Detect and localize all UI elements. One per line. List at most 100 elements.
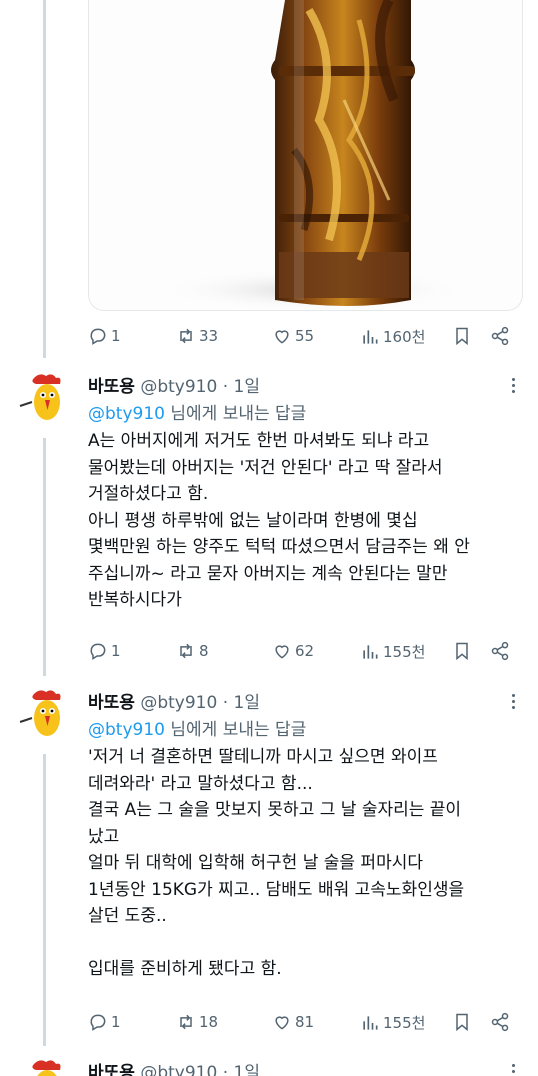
share-button[interactable] <box>490 1012 510 1032</box>
user-handle[interactable]: @bty910 <box>140 693 217 713</box>
share-icon <box>491 641 509 661</box>
views-icon <box>363 329 378 344</box>
retweet-count: 18 <box>199 1013 219 1031</box>
reply-suffix: 님에게 보내는 답글 <box>164 720 307 740</box>
more-icon[interactable] <box>512 694 516 712</box>
share-button[interactable] <box>490 641 510 661</box>
views-button[interactable]: 155천 <box>360 1012 425 1033</box>
like-count: 81 <box>295 1013 315 1031</box>
tweet-header: 바또용 @bty910 · 1일 <box>88 688 260 713</box>
reply-count: 1 <box>111 1013 121 1031</box>
reply-to-label: @bty910 님에게 보내는 답글 <box>88 715 306 740</box>
tweet[interactable]: 바또용 @bty910 · 1일 @bty910 님에게 보내는 답글 A는 아… <box>0 372 538 682</box>
like-icon <box>275 330 289 344</box>
avatar[interactable] <box>16 688 70 746</box>
like-button[interactable]: 81 <box>272 1012 314 1032</box>
bookmark-button[interactable] <box>452 326 472 346</box>
reply-icon <box>90 328 106 345</box>
tweet-line: 살던 도중.. <box>88 906 167 926</box>
reply-icon <box>90 1014 106 1031</box>
separator-dot: · <box>222 1063 229 1076</box>
retweet-button[interactable]: 33 <box>176 326 218 346</box>
display-name[interactable]: 바또용 <box>88 693 135 713</box>
rooster-mascot-avatar <box>32 1060 61 1076</box>
tweet-line: 데려와라' 라고 말하셨다고 함... <box>88 773 313 794</box>
tweet-header: 바또용 @bty910 · 1일 <box>88 1058 260 1076</box>
tweet-line: 물어봤는데 아버지는 '저건 안된다' 라고 딱 잘라서 <box>88 457 443 478</box>
retweet-icon <box>180 1014 192 1030</box>
tweet-line: '저거 너 결혼하면 딸테니까 마시고 싶으면 와이프 <box>88 747 438 767</box>
share-icon <box>491 326 509 346</box>
views-count: 160천 <box>383 328 426 346</box>
reply-to-label: @bty910 님에게 보내는 답글 <box>88 399 306 424</box>
tweet-media-image[interactable] <box>88 0 523 311</box>
tweet-actions: 1 33 55 160천 <box>88 322 520 352</box>
views-count: 155천 <box>383 643 426 661</box>
tweet-line: 반복하시다가 <box>88 590 182 610</box>
tweet-line: 1년동안 15KG가 찌고.. 담배도 배워 고속노화인생을 <box>88 879 465 900</box>
more-icon[interactable] <box>512 1064 516 1076</box>
user-handle[interactable]: @bty910 <box>140 377 217 397</box>
like-button[interactable]: 62 <box>272 641 314 661</box>
tweet[interactable]: 바또용 @bty910 · 1일 <box>0 1058 538 1076</box>
tweet-line: 아니 평생 하루밖에 없는 날이라며 한병에 몇십 <box>88 510 418 531</box>
reply-button[interactable]: 1 <box>88 641 121 661</box>
display-name[interactable]: 바또용 <box>88 377 135 397</box>
more-icon[interactable] <box>512 378 516 396</box>
reply-count: 1 <box>111 327 121 345</box>
thread-line <box>43 0 46 358</box>
tweet-line: A는 아버지에게 저거도 한번 마셔봐도 되냐 라고 <box>88 431 430 451</box>
share-icon <box>491 1012 509 1032</box>
liquor-bottle-image <box>154 0 474 310</box>
tweet-header: 바또용 @bty910 · 1일 <box>88 372 260 397</box>
retweet-count: 33 <box>199 327 219 345</box>
bookmark-icon <box>456 642 468 661</box>
bookmark-button[interactable] <box>452 1012 472 1032</box>
reply-mention-link[interactable]: @bty910 <box>88 404 165 424</box>
tweet-line: 결국 A는 그 술을 맛보지 못하고 그 날 술자리는 끝이 <box>88 800 462 820</box>
views-button[interactable]: 160천 <box>360 326 425 347</box>
reply-button[interactable]: 1 <box>88 326 121 346</box>
tweet-actions: 1 8 62 155천 <box>88 637 520 667</box>
timestamp[interactable]: 1일 <box>234 1063 260 1076</box>
tweet-line: 몇백만원 하는 양주도 턱턱 따셨으면서 담금주는 왜 안 <box>88 537 470 557</box>
like-icon <box>275 645 289 659</box>
timestamp[interactable]: 1일 <box>234 377 260 397</box>
tweet-line: 입대를 준비하게 됐다고 함. <box>88 959 282 979</box>
like-icon <box>275 1016 289 1030</box>
tweet-actions: 1 18 81 155천 <box>88 1008 520 1038</box>
bookmark-icon <box>456 1013 468 1032</box>
like-count: 55 <box>295 327 315 345</box>
avatar[interactable] <box>16 1058 70 1076</box>
retweet-button[interactable]: 18 <box>176 1012 218 1032</box>
retweet-button[interactable]: 8 <box>176 641 209 661</box>
tweet-text: '저거 너 결혼하면 딸테니까 마시고 싶으면 와이프 데려와라' 라고 말하셨… <box>88 744 518 983</box>
tweet-line: 거절하셨다고 함. <box>88 484 209 504</box>
bookmark-icon <box>456 327 468 346</box>
share-button[interactable] <box>490 326 510 346</box>
user-handle[interactable]: @bty910 <box>140 1063 217 1076</box>
retweet-icon <box>180 643 192 659</box>
avatar[interactable] <box>16 372 70 430</box>
views-button[interactable]: 155천 <box>360 641 425 662</box>
timestamp[interactable]: 1일 <box>234 693 260 713</box>
like-count: 62 <box>295 642 315 660</box>
views-icon <box>363 1015 378 1030</box>
like-button[interactable]: 55 <box>272 326 314 346</box>
views-icon <box>363 644 378 659</box>
display-name[interactable]: 바또용 <box>88 1063 135 1076</box>
rooster-mascot-avatar <box>19 374 61 420</box>
separator-dot: · <box>222 693 229 713</box>
bookmark-button[interactable] <box>452 641 472 661</box>
tweet-line: 얼마 뒤 대학에 입학해 허구헌 날 술을 퍼마시다 <box>88 853 423 873</box>
reply-mention-link[interactable]: @bty910 <box>88 720 165 740</box>
retweet-count: 8 <box>199 642 209 660</box>
rooster-mascot-avatar <box>19 690 61 736</box>
reply-icon <box>90 643 106 660</box>
reply-suffix: 님에게 보내는 답글 <box>164 404 307 424</box>
retweet-icon <box>180 328 192 344</box>
reply-button[interactable]: 1 <box>88 1012 121 1032</box>
separator-dot: · <box>222 377 229 397</box>
tweet-line: 주십니까~ 라고 묻자 아버지는 계속 안된다는 말만 <box>88 563 448 584</box>
tweet[interactable]: 바또용 @bty910 · 1일 @bty910 님에게 보내는 답글 '저거 … <box>0 688 538 1028</box>
